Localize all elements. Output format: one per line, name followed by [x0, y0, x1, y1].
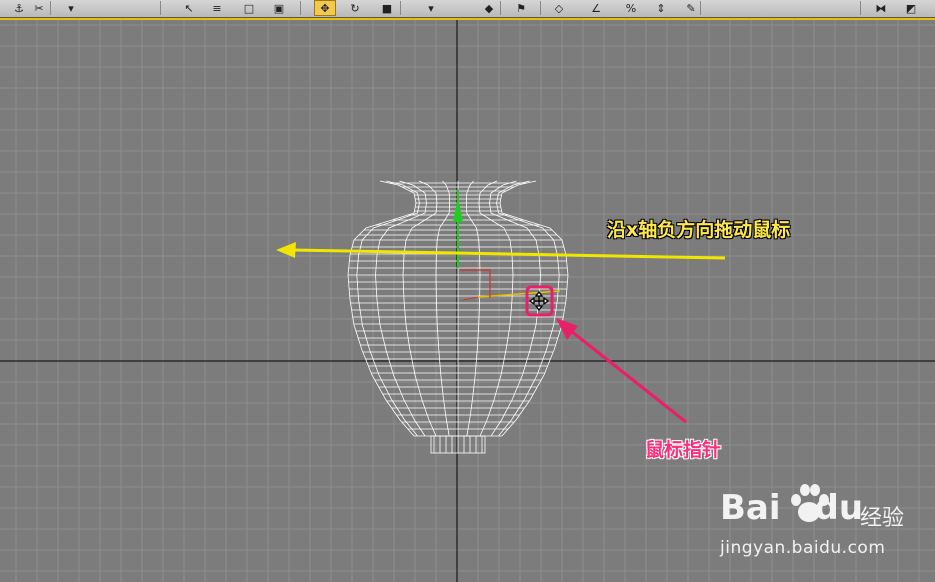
watermark-brand: Bai du: [720, 488, 864, 528]
select-by-name-icon[interactable]: ≡: [206, 0, 228, 16]
vase-meridian: [489, 180, 541, 437]
watermark-brand-cn: 经验: [860, 506, 905, 531]
rect-selection-icon[interactable]: □: [238, 0, 260, 16]
reference-coord-dropdown[interactable]: ▾: [420, 0, 442, 16]
vase-meridian: [499, 180, 569, 437]
toolbar-separator: [700, 1, 701, 15]
select-move-icon[interactable]: ✥: [314, 0, 336, 16]
selection-filter-dropdown[interactable]: ▾: [60, 0, 82, 16]
mirror-icon[interactable]: ⧓: [870, 0, 892, 16]
unlink-icon[interactable]: ✂: [28, 0, 50, 16]
gizmo-xy-plane-handle[interactable]: [460, 269, 491, 298]
toolbar-separator: [50, 1, 51, 15]
snap-toggle-icon[interactable]: ◇: [548, 0, 570, 16]
toolbar-separator: [540, 1, 541, 15]
spinner-snap-icon[interactable]: ⇕: [650, 0, 672, 16]
toolbar-separator: [500, 1, 501, 15]
move-gizmo[interactable]: [453, 190, 561, 301]
vase-meridian: [347, 180, 417, 437]
select-object-icon[interactable]: ↖: [178, 0, 200, 16]
toolbar-separator: [400, 1, 401, 15]
vase-meridian: [478, 180, 514, 437]
select-scale-icon[interactable]: ■: [376, 0, 398, 16]
toolbar-separator: [300, 1, 301, 15]
drag-hint-label: 沿x轴负方向拖动鼠标: [607, 219, 791, 241]
vase-meridian: [375, 180, 427, 437]
edit-named-selection-icon[interactable]: ✎: [680, 0, 702, 16]
angle-snap-icon[interactable]: ∠: [585, 0, 607, 16]
watermark-url: jingyan.baidu.com: [720, 538, 886, 558]
pivot-center-icon[interactable]: ◆: [478, 0, 500, 16]
toolbar-separator: [160, 1, 161, 15]
percent-snap-icon[interactable]: %: [620, 0, 642, 16]
window-crossing-icon[interactable]: ▣: [268, 0, 290, 16]
select-link-icon[interactable]: ⚓: [8, 0, 30, 16]
align-icon[interactable]: ◩: [900, 0, 922, 16]
vase-meridian: [402, 180, 438, 437]
cursor-label: 鼠标指针: [645, 439, 722, 461]
select-manipulate-icon[interactable]: ⚑: [510, 0, 532, 16]
gizmo-y-arrow-icon[interactable]: [453, 197, 463, 222]
vase-meridian: [435, 180, 451, 437]
move-cursor-icon: [528, 290, 550, 312]
main-toolbar: ⚓ ✂ ▾ ↖ ≡ □ ▣ ✥ ↻ ■ ▾ ◆ ⚑ ◇ ∠% ⇕ ✎ ⧓ ◩: [0, 0, 935, 18]
baidu-jingyan-watermark: Bai du 经验 jingyan.baidu.com: [720, 480, 930, 575]
select-rotate-icon[interactable]: ↻: [344, 0, 366, 16]
toolbar-separator: [860, 1, 861, 15]
